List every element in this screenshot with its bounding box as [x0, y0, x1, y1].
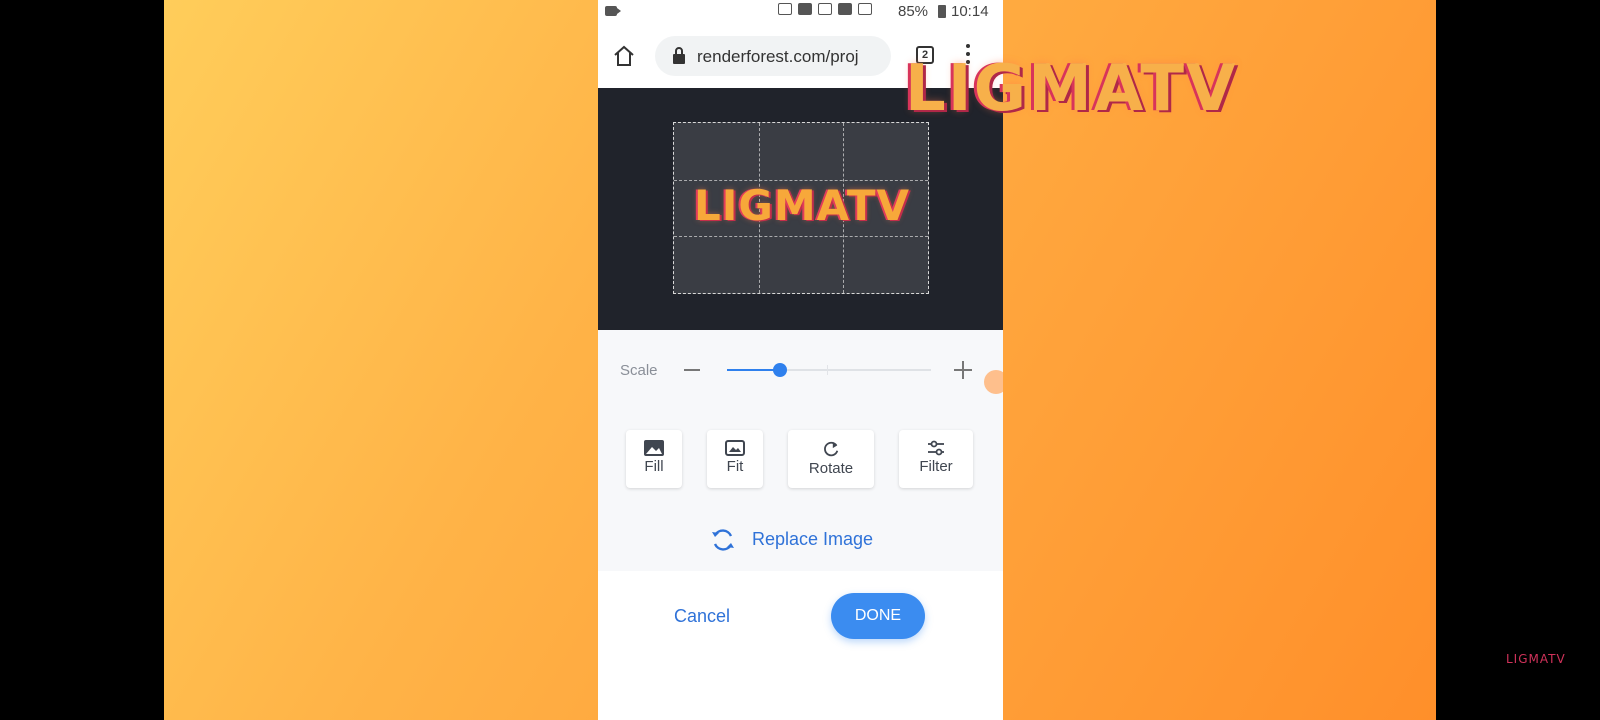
mute-icon — [798, 3, 812, 15]
image-fit-icon — [725, 440, 745, 456]
scale-slider[interactable] — [727, 363, 931, 377]
filter-label: Filter — [919, 458, 953, 475]
crop-area[interactable]: LIGMATV — [673, 122, 929, 294]
slider-thumb[interactable] — [773, 363, 788, 377]
signal-icon — [858, 3, 872, 15]
clock: 10:14 — [951, 3, 989, 20]
home-icon[interactable] — [612, 44, 636, 68]
replace-image-label: Replace Image — [752, 529, 874, 549]
rotate-button[interactable]: Rotate — [788, 430, 874, 488]
wifi-icon — [818, 3, 832, 15]
image-tools: Fill Fit Rotate Filter — [598, 412, 1003, 508]
sliders-icon — [928, 440, 944, 456]
address-bar[interactable]: renderforest.com/proj — [655, 36, 891, 76]
scale-increase-button[interactable] — [954, 361, 972, 379]
rotate-icon — [824, 441, 839, 457]
image-fill-icon — [644, 440, 664, 456]
battery-percent: 85% — [898, 3, 929, 20]
refresh-icon — [712, 529, 734, 551]
watermark-logo: LIGMATV — [905, 52, 1238, 126]
floating-indicator — [984, 370, 1003, 394]
fit-button[interactable]: Fit — [707, 430, 763, 488]
rotate-label: Rotate — [808, 460, 854, 477]
filter-button[interactable]: Filter — [899, 430, 973, 488]
action-bar: Cancel DONE — [598, 571, 1003, 720]
battery-icon — [938, 5, 946, 18]
screen-record-icon — [605, 6, 621, 16]
cast-icon — [778, 3, 792, 15]
scale-control: Scale — [598, 330, 1003, 413]
done-button[interactable]: DONE — [831, 593, 925, 639]
scale-decrease-button[interactable] — [684, 369, 700, 371]
crop-gridline — [674, 236, 928, 238]
corner-watermark: LIGMATV — [1506, 652, 1566, 666]
replace-image-button[interactable]: Replace Image — [598, 507, 1003, 572]
scale-label: Scale — [620, 362, 658, 379]
fit-label: Fit — [726, 458, 744, 475]
fill-button[interactable]: Fill — [626, 430, 682, 488]
lock-icon — [673, 47, 685, 64]
status-icons — [778, 3, 872, 15]
preview-logo: LIGMATV — [693, 181, 911, 230]
sim-icon — [838, 3, 852, 15]
cancel-button[interactable]: Cancel — [674, 606, 730, 627]
fill-label: Fill — [644, 458, 664, 475]
url-text: renderforest.com/proj — [697, 47, 859, 66]
status-bar: 85% 10:14 — [598, 0, 1003, 24]
slider-tick — [827, 365, 828, 375]
